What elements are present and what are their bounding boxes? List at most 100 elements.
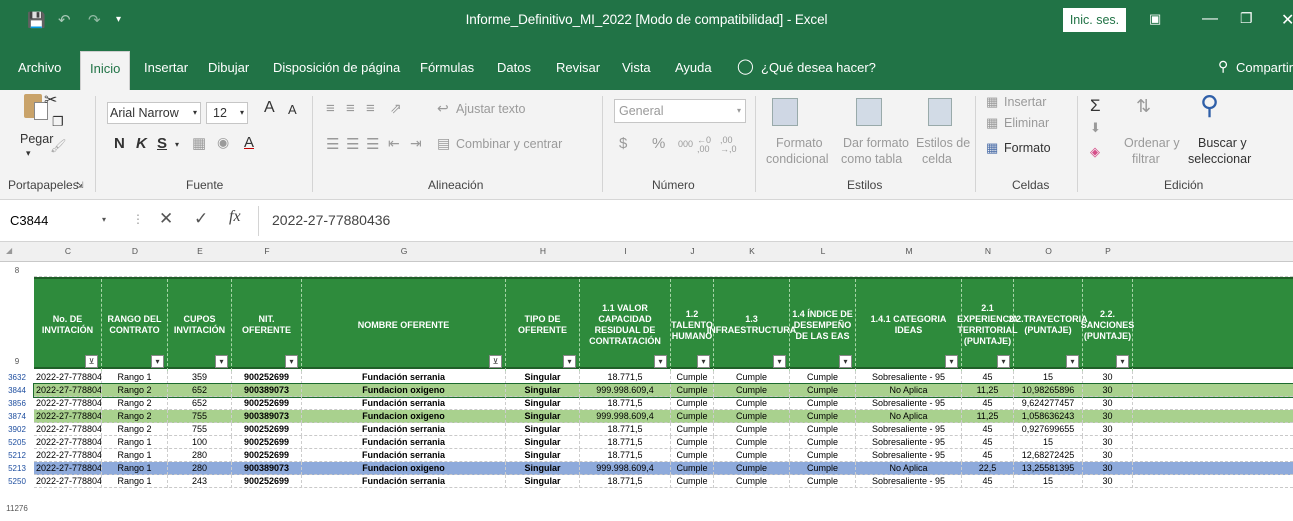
column-letter[interactable]: E	[168, 246, 232, 256]
table-cell[interactable]: Cumple	[714, 397, 790, 410]
table-row[interactable]: 2022-27-77880478Rango 1280900252699Funda…	[34, 449, 1293, 462]
table-cell[interactable]: 45	[962, 423, 1014, 436]
row-number-last[interactable]: 11276	[0, 504, 34, 513]
table-cell[interactable]: 18.771,5	[580, 449, 671, 462]
chevron-down-icon[interactable]: ▾	[240, 108, 244, 117]
currency-button[interactable]: $	[619, 135, 627, 152]
table-cell[interactable]: 999.998.609,4	[580, 384, 671, 397]
table-cell[interactable]: 2022-27-77880478	[34, 462, 102, 475]
filter-dropdown-icon[interactable]: ⊻	[489, 355, 502, 368]
table-row[interactable]: 2022-27-77880485Rango 1243900252699Funda…	[34, 475, 1293, 488]
table-cell[interactable]: Cumple	[790, 449, 856, 462]
table-cell[interactable]: 15	[1014, 371, 1083, 384]
table-cell[interactable]: No Aplica	[856, 410, 962, 423]
row-number[interactable]: 3632	[0, 373, 34, 382]
table-cell[interactable]: Singular	[506, 384, 580, 397]
table-cell[interactable]: Singular	[506, 449, 580, 462]
tab-dibujar[interactable]: Dibujar	[208, 60, 249, 75]
table-cell[interactable]: Sobresaliente - 95	[856, 475, 962, 488]
table-cell[interactable]: 100	[168, 436, 232, 449]
autosum-button[interactable]: Σ	[1090, 96, 1101, 116]
table-row[interactable]: 2022-27-77880477Rango 1100900252699Funda…	[34, 436, 1293, 449]
search-icon[interactable]: ⚲	[1200, 90, 1219, 121]
align-middle-icon[interactable]: ≡	[346, 100, 355, 117]
table-cell[interactable]: 45	[962, 449, 1014, 462]
table-cell[interactable]: 18.771,5	[580, 436, 671, 449]
cell-styles-label-2[interactable]: celda	[922, 152, 952, 166]
table-cell[interactable]: Fundación serrania	[302, 423, 506, 436]
table-cell[interactable]: 45	[962, 436, 1014, 449]
table-row[interactable]: 2022-27-77880427Rango 1359900252699Funda…	[34, 371, 1293, 384]
table-cell[interactable]: Cumple	[671, 462, 714, 475]
table-cell[interactable]: 900389073	[232, 410, 302, 423]
underline-button[interactable]: S	[157, 135, 167, 152]
table-cell[interactable]: 999.998.609,4	[580, 410, 671, 423]
tab-revisar[interactable]: Revisar	[556, 60, 600, 75]
wrap-text-button[interactable]: Ajustar texto	[456, 102, 525, 116]
chevron-down-icon[interactable]: ▾	[737, 106, 741, 115]
wrap-text-icon[interactable]: ↩	[437, 100, 449, 117]
table-cell[interactable]: Cumple	[714, 423, 790, 436]
filter-dropdown-icon[interactable]: ▾	[285, 355, 298, 368]
chevron-down-icon[interactable]: ▾	[102, 215, 106, 224]
table-cell[interactable]: 30	[1083, 436, 1133, 449]
table-cell[interactable]: Cumple	[714, 436, 790, 449]
table-cell[interactable]: Rango 2	[102, 410, 168, 423]
table-cell[interactable]: 30	[1083, 384, 1133, 397]
table-row[interactable]: 2022-27-77880436Rango 2652900252699Funda…	[34, 397, 1293, 410]
table-cell[interactable]: 45	[962, 371, 1014, 384]
merge-icon[interactable]: ▤	[437, 135, 450, 152]
find-select-label-2[interactable]: seleccionar	[1188, 152, 1251, 166]
table-cell[interactable]: 45	[962, 397, 1014, 410]
tab-ayuda[interactable]: Ayuda	[675, 60, 712, 75]
table-cell[interactable]: Cumple	[714, 371, 790, 384]
table-cell[interactable]: 2022-27-77880485	[34, 475, 102, 488]
table-cell[interactable]: 900389073	[232, 384, 302, 397]
cut-icon[interactable]: ✂	[44, 90, 57, 110]
filter-dropdown-icon[interactable]: ▾	[1116, 355, 1129, 368]
insert-function-button[interactable]: fx	[229, 208, 241, 226]
row-number-8[interactable]: 8	[0, 266, 34, 275]
row-number[interactable]: 5205	[0, 438, 34, 447]
table-cell[interactable]: 900252699	[232, 371, 302, 384]
table-cell[interactable]: Singular	[506, 397, 580, 410]
table-cell[interactable]: 9,624277457	[1014, 397, 1083, 410]
filter-dropdown-icon[interactable]: ▾	[654, 355, 667, 368]
table-cell[interactable]: 755	[168, 423, 232, 436]
borders-icon[interactable]: ▦	[192, 134, 206, 152]
table-cell[interactable]: Cumple	[790, 462, 856, 475]
table-cell[interactable]: 30	[1083, 397, 1133, 410]
table-cell[interactable]: Sobresaliente - 95	[856, 449, 962, 462]
conditional-format-icon[interactable]	[772, 98, 798, 126]
chevron-down-icon[interactable]: ▾	[193, 108, 197, 117]
table-cell[interactable]: Cumple	[671, 475, 714, 488]
font-size-box[interactable]: 12 ▾	[206, 102, 248, 124]
column-letter[interactable]: P	[1083, 246, 1133, 256]
table-cell[interactable]: Cumple	[714, 462, 790, 475]
column-letter[interactable]: D	[102, 246, 168, 256]
filter-dropdown-icon[interactable]: ▾	[839, 355, 852, 368]
table-cell[interactable]: 30	[1083, 475, 1133, 488]
insert-cells-icon[interactable]: ▦	[986, 94, 998, 110]
table-cell[interactable]: Singular	[506, 462, 580, 475]
table-cell[interactable]: 652	[168, 397, 232, 410]
tab-inicio[interactable]: Inicio	[80, 51, 131, 90]
row-number[interactable]: 3902	[0, 425, 34, 434]
table-cell[interactable]: 15	[1014, 436, 1083, 449]
filter-dropdown-icon[interactable]: ▾	[997, 355, 1010, 368]
table-cell[interactable]: 999.998.609,4	[580, 462, 671, 475]
close-icon[interactable]: ✕	[1281, 10, 1293, 30]
copy-icon[interactable]: ❐	[52, 114, 64, 130]
increase-decimal-button[interactable]: ←0 ,00	[697, 136, 717, 154]
shrink-font-button[interactable]: A	[288, 102, 297, 117]
table-cell[interactable]: 15	[1014, 475, 1083, 488]
table-cell[interactable]: 10,98265896	[1014, 384, 1083, 397]
decrease-decimal-button[interactable]: ,00 →,0	[720, 136, 742, 154]
table-cell[interactable]: 0,927699655	[1014, 423, 1083, 436]
table-cell[interactable]: 2022-27-77880436	[34, 397, 102, 410]
table-cell[interactable]: 1,058636243	[1014, 410, 1083, 423]
table-cell[interactable]: Rango 1	[102, 475, 168, 488]
tab-datos[interactable]: Datos	[497, 60, 531, 75]
table-cell[interactable]: Rango 1	[102, 449, 168, 462]
table-cell[interactable]: 30	[1083, 410, 1133, 423]
